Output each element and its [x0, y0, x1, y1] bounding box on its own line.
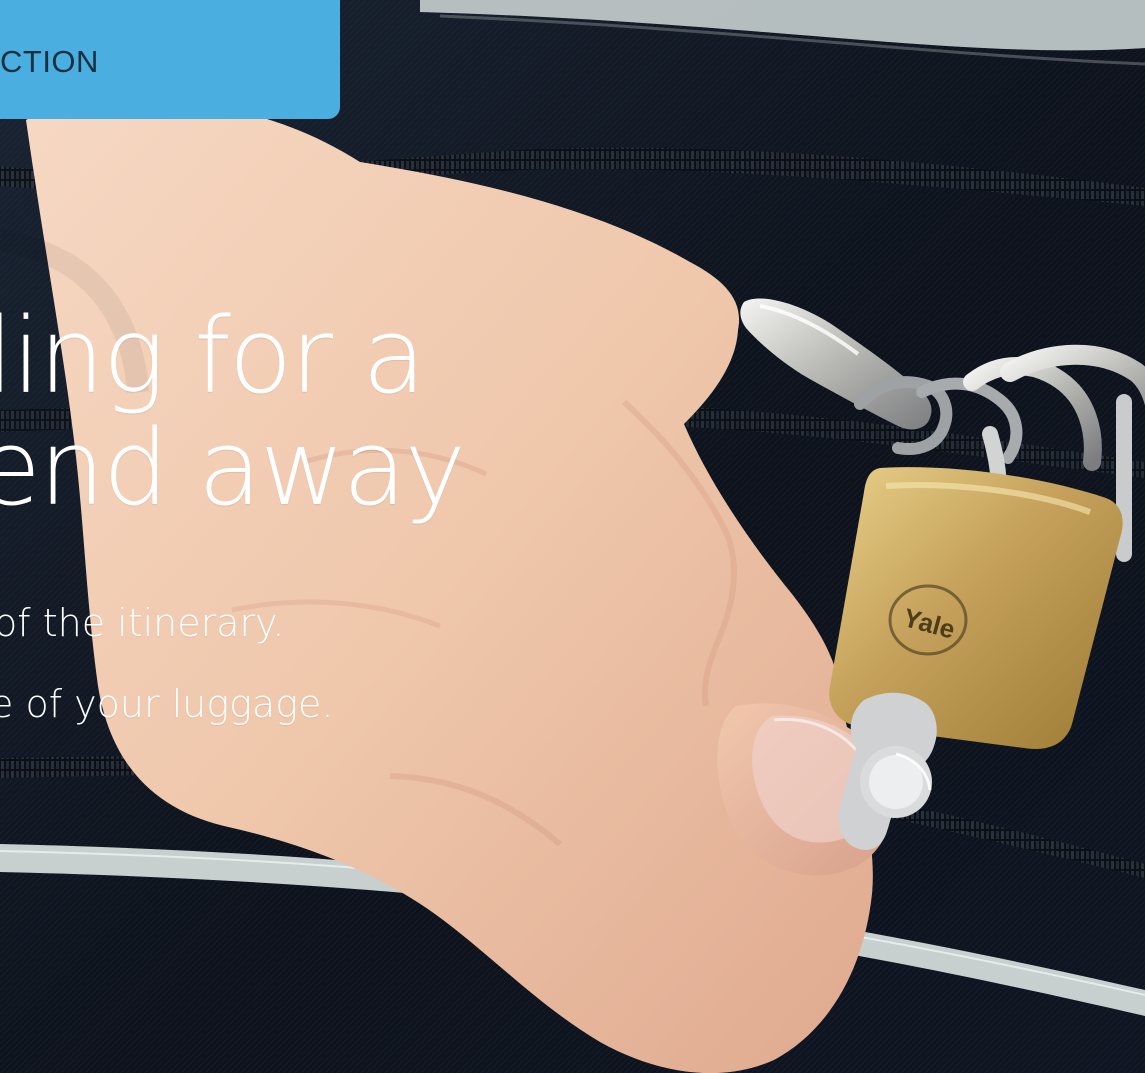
hero-body-line-1: of the itinerary.: [0, 601, 285, 645]
section-badge-label: CTION: [0, 44, 99, 79]
headline-line-1: ling for a: [0, 295, 426, 417]
headline-line-2: end away: [0, 407, 466, 529]
hero-body-line-2: e of your luggage.: [0, 682, 334, 726]
hero-section: Yale CTION ling for a end away of the it…: [0, 0, 1145, 1073]
hero-headline: ling for a end away: [0, 300, 487, 524]
hero-image: Yale: [0, 0, 1145, 1073]
section-badge: CTION: [0, 0, 340, 119]
